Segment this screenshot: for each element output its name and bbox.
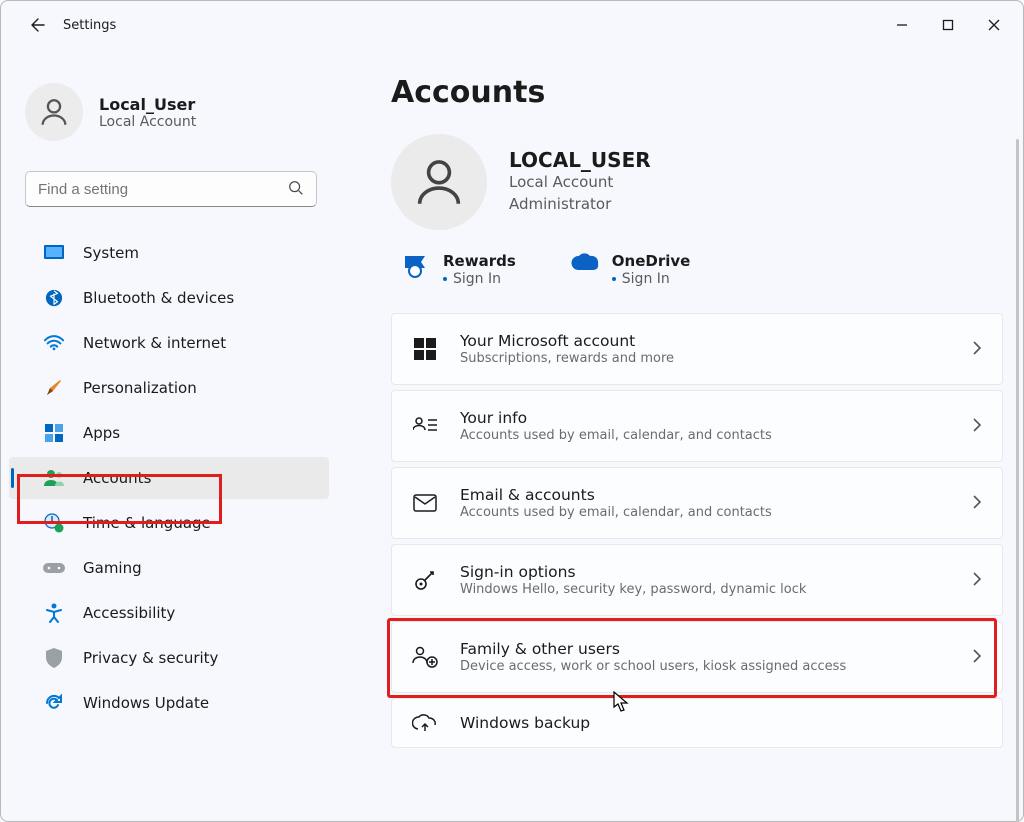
tile-rewards[interactable]: Rewards Sign In — [401, 252, 516, 287]
window-title: Settings — [63, 18, 116, 33]
tile-title: OneDrive — [612, 252, 691, 270]
key-icon — [412, 567, 438, 593]
sidebar-item-gaming[interactable]: Gaming — [9, 547, 329, 589]
titlebar: Settings — [1, 1, 1023, 49]
sidebar-item-windows-update[interactable]: Windows Update — [9, 682, 329, 724]
sidebar-item-accounts[interactable]: Accounts — [9, 457, 329, 499]
card-title: Your info — [460, 409, 772, 427]
close-button[interactable] — [971, 6, 1017, 44]
sidebar-item-label: Accessibility — [83, 604, 175, 622]
family-icon — [412, 644, 438, 670]
accessibility-icon — [43, 602, 65, 624]
sidebar-item-label: Windows Update — [83, 694, 209, 712]
sidebar: Local_User Local Account System Bluetoot… — [1, 49, 341, 822]
page-title: Accounts — [391, 75, 1003, 110]
card-sub: Accounts used by email, calendar, and co… — [460, 428, 772, 443]
sidebar-item-label: Apps — [83, 424, 120, 442]
sidebar-item-label: Privacy & security — [83, 649, 218, 667]
sidebar-item-apps[interactable]: Apps — [9, 412, 329, 454]
chevron-right-icon — [972, 494, 982, 513]
paintbrush-icon — [43, 377, 65, 399]
person-card-icon — [412, 413, 438, 439]
account-name: LOCAL_USER — [509, 148, 651, 172]
search-icon — [287, 179, 305, 201]
card-sub: Subscriptions, rewards and more — [460, 351, 674, 366]
update-icon — [43, 692, 65, 714]
settings-card-list: Your Microsoft account Subscriptions, re… — [391, 313, 1003, 748]
card-your-info[interactable]: Your info Accounts used by email, calend… — [391, 390, 1003, 462]
chevron-right-icon — [972, 648, 982, 667]
sidebar-item-label: Time & language — [83, 514, 211, 532]
card-title: Your Microsoft account — [460, 332, 674, 350]
maximize-icon — [942, 19, 954, 31]
tile-action[interactable]: Sign In — [612, 271, 691, 287]
system-icon — [43, 242, 65, 264]
sidebar-item-time-language[interactable]: Time & language — [9, 502, 329, 544]
sidebar-item-label: Bluetooth & devices — [83, 289, 234, 307]
tile-title: Rewards — [443, 252, 516, 270]
card-sub: Accounts used by email, calendar, and co… — [460, 505, 772, 520]
nav-list: System Bluetooth & devices Network & int… — [1, 225, 341, 731]
account-avatar — [391, 134, 487, 230]
sidebar-item-network[interactable]: Network & internet — [9, 322, 329, 364]
sidebar-item-label: Accounts — [83, 469, 151, 487]
sidebar-item-bluetooth[interactable]: Bluetooth & devices — [9, 277, 329, 319]
minimize-icon — [896, 19, 908, 31]
accounts-icon — [43, 467, 65, 489]
chevron-right-icon — [972, 571, 982, 590]
card-microsoft-account[interactable]: Your Microsoft account Subscriptions, re… — [391, 313, 1003, 385]
main-pane: Accounts LOCAL_USER Local Account Admini… — [341, 49, 1023, 822]
wifi-icon — [43, 332, 65, 354]
minimize-button[interactable] — [879, 6, 925, 44]
sidebar-item-label: Personalization — [83, 379, 197, 397]
card-signin-options[interactable]: Sign-in options Windows Hello, security … — [391, 544, 1003, 616]
profile-type: Local Account — [99, 114, 196, 130]
profile-avatar — [25, 83, 83, 141]
chevron-right-icon — [972, 417, 982, 436]
sidebar-item-label: System — [83, 244, 139, 262]
sidebar-item-personalization[interactable]: Personalization — [9, 367, 329, 409]
search-box — [25, 171, 317, 207]
onedrive-icon — [570, 252, 600, 282]
back-button[interactable] — [25, 12, 51, 38]
card-family-other-users[interactable]: Family & other users Device access, work… — [391, 621, 1003, 693]
bluetooth-icon — [43, 287, 65, 309]
backup-icon — [412, 710, 438, 736]
chevron-right-icon — [972, 340, 982, 359]
card-sub: Device access, work or school users, kio… — [460, 659, 846, 674]
microsoft-icon — [412, 336, 438, 362]
scrollbar[interactable] — [1016, 139, 1019, 822]
maximize-button[interactable] — [925, 6, 971, 44]
close-icon — [988, 19, 1000, 31]
profile-name: Local_User — [99, 95, 196, 114]
apps-icon — [43, 422, 65, 444]
card-windows-backup[interactable]: Windows backup — [391, 698, 1003, 748]
sidebar-item-label: Network & internet — [83, 334, 226, 352]
back-arrow-icon — [30, 17, 46, 33]
sidebar-item-label: Gaming — [83, 559, 142, 577]
shield-icon — [43, 647, 65, 669]
account-hero: LOCAL_USER Local Account Administrator — [391, 134, 1003, 230]
card-title: Family & other users — [460, 640, 846, 658]
tile-action[interactable]: Sign In — [443, 271, 516, 287]
mail-icon — [412, 490, 438, 516]
sidebar-item-privacy[interactable]: Privacy & security — [9, 637, 329, 679]
person-icon — [410, 153, 468, 211]
card-title: Sign-in options — [460, 563, 806, 581]
sidebar-item-system[interactable]: System — [9, 232, 329, 274]
card-email-accounts[interactable]: Email & accounts Accounts used by email,… — [391, 467, 1003, 539]
card-title: Email & accounts — [460, 486, 772, 504]
profile-block[interactable]: Local_User Local Account — [1, 73, 341, 143]
rewards-icon — [401, 252, 431, 282]
search-input[interactable] — [25, 171, 317, 207]
card-title: Windows backup — [460, 714, 590, 732]
clock-globe-icon — [43, 512, 65, 534]
account-type: Local Account — [509, 172, 651, 194]
tile-onedrive[interactable]: OneDrive Sign In — [570, 252, 691, 287]
sidebar-item-accessibility[interactable]: Accessibility — [9, 592, 329, 634]
person-icon — [37, 95, 71, 129]
card-sub: Windows Hello, security key, password, d… — [460, 582, 806, 597]
gaming-icon — [43, 557, 65, 579]
account-role: Administrator — [509, 194, 651, 216]
